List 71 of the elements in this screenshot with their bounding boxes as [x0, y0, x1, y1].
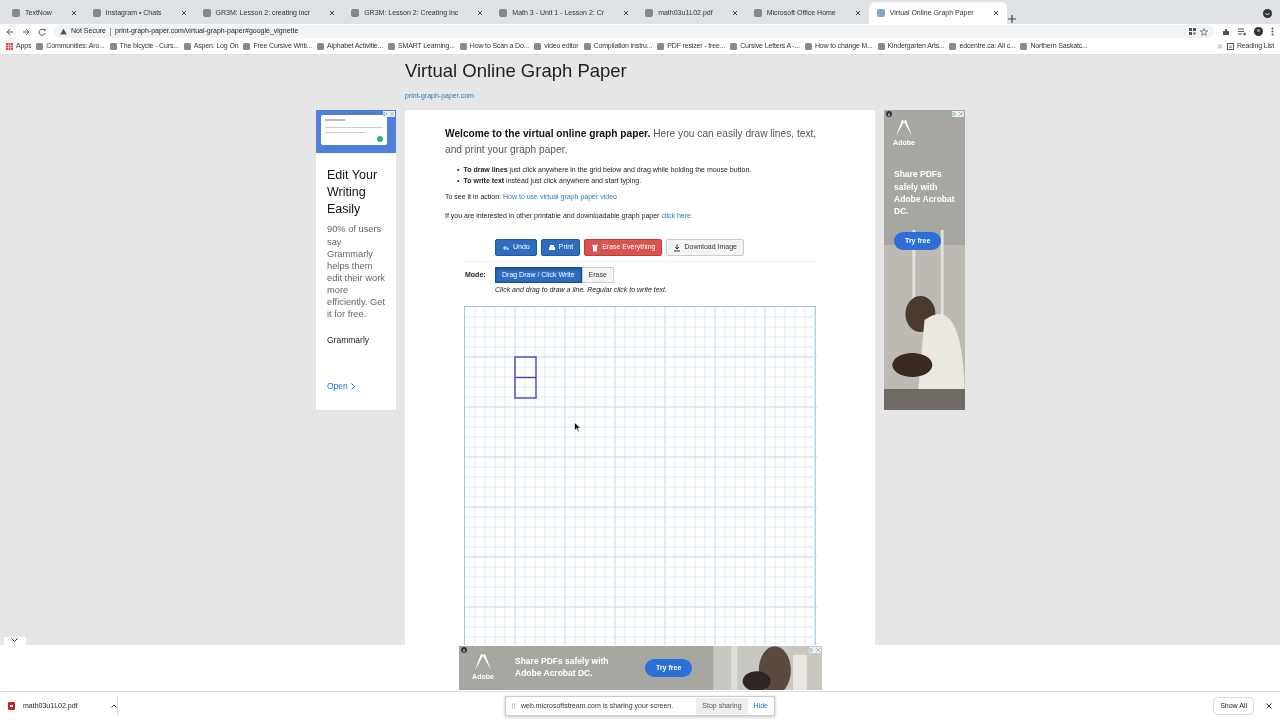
favicon-icon [730, 43, 738, 50]
reload-icon[interactable] [38, 27, 46, 36]
favicon-icon [804, 43, 812, 50]
reading-list-icon [1226, 43, 1234, 50]
trash-icon [591, 243, 600, 252]
grip-icon [512, 703, 515, 709]
logo-icon [475, 653, 491, 670]
close-icon[interactable] [623, 10, 630, 16]
favicon-icon [351, 9, 360, 17]
extensions-icon[interactable] [1222, 27, 1230, 36]
favicon-icon [388, 43, 395, 50]
ad-choices-icon[interactable] [383, 110, 395, 117]
ad-headline: Share PDFs safely with Adobe Acrobat DC. [894, 168, 956, 218]
forward-icon[interactable] [22, 27, 30, 36]
favicon-icon [645, 9, 654, 17]
pdf-file-icon [8, 702, 15, 710]
form-illustration [321, 114, 387, 145]
favicon-icon [109, 43, 117, 50]
chevron-icon [350, 382, 355, 390]
logo-icon [896, 119, 912, 136]
back-icon[interactable] [6, 27, 14, 36]
favicon-icon [317, 43, 324, 50]
cursor-icon [574, 421, 581, 432]
close-icon[interactable] [180, 10, 187, 16]
favicon-icon [36, 43, 44, 50]
intro-text: Welcome to the virtual online graph paper. Here you can easily draw lines, text, and print your graph paper. [445, 126, 818, 157]
close-icon[interactable] [731, 10, 738, 16]
undo-icon [502, 243, 510, 252]
favicon-icon [202, 9, 211, 17]
star-icon[interactable] [1200, 27, 1208, 36]
download-icon [673, 243, 682, 252]
apps-grid-icon [6, 43, 13, 50]
tab-search-icon[interactable] [1263, 9, 1272, 18]
warning-icon [60, 28, 67, 35]
close-icon[interactable] [70, 10, 77, 16]
printer-icon [547, 243, 556, 252]
close-icon[interactable] [477, 10, 484, 16]
favicon-icon [877, 43, 885, 50]
collapse-icon[interactable] [11, 638, 18, 643]
ad-headline: Edit Your Writing Easily [327, 166, 379, 218]
favicon-icon [459, 43, 467, 50]
ad-headline: Share PDFs safely with Adobe Acrobat DC. [515, 656, 610, 680]
more-icon[interactable] [1271, 27, 1274, 36]
favicon-icon [583, 43, 591, 50]
drawn-rectangles [514, 355, 538, 400]
qr-code-icon[interactable] [1189, 28, 1196, 35]
favicon-icon [92, 9, 101, 17]
new-tab-icon[interactable] [1006, 14, 1017, 24]
favicon-icon [1020, 43, 1028, 50]
ad-open-link[interactable]: Open [327, 379, 396, 393]
favicon-icon [534, 43, 542, 50]
favicon-icon [499, 9, 508, 17]
favicon-icon [657, 43, 665, 50]
favicon-icon [753, 9, 762, 17]
caret-icon [111, 704, 117, 708]
page-title: Virtual Online Graph Paper [405, 61, 628, 82]
close-icon[interactable] [854, 10, 861, 16]
media-icon[interactable] [1238, 27, 1246, 36]
favicon-icon [949, 43, 957, 50]
close-icon[interactable] [1266, 703, 1272, 709]
favicon-icon [876, 9, 885, 17]
info-icon[interactable] [461, 647, 467, 653]
ad-text: 90% of users say Grammarly helps them edit their work more efficiently. Get it for free. [327, 223, 387, 321]
favicon-icon [183, 43, 191, 50]
close-icon[interactable] [329, 10, 336, 16]
profile-avatar-icon[interactable] [1254, 27, 1263, 36]
close-icon[interactable] [992, 10, 999, 16]
favicon-icon [12, 9, 20, 17]
ad-brand: Grammarly [327, 334, 371, 347]
favicon-icon [243, 43, 251, 50]
info-icon[interactable] [886, 110, 892, 117]
